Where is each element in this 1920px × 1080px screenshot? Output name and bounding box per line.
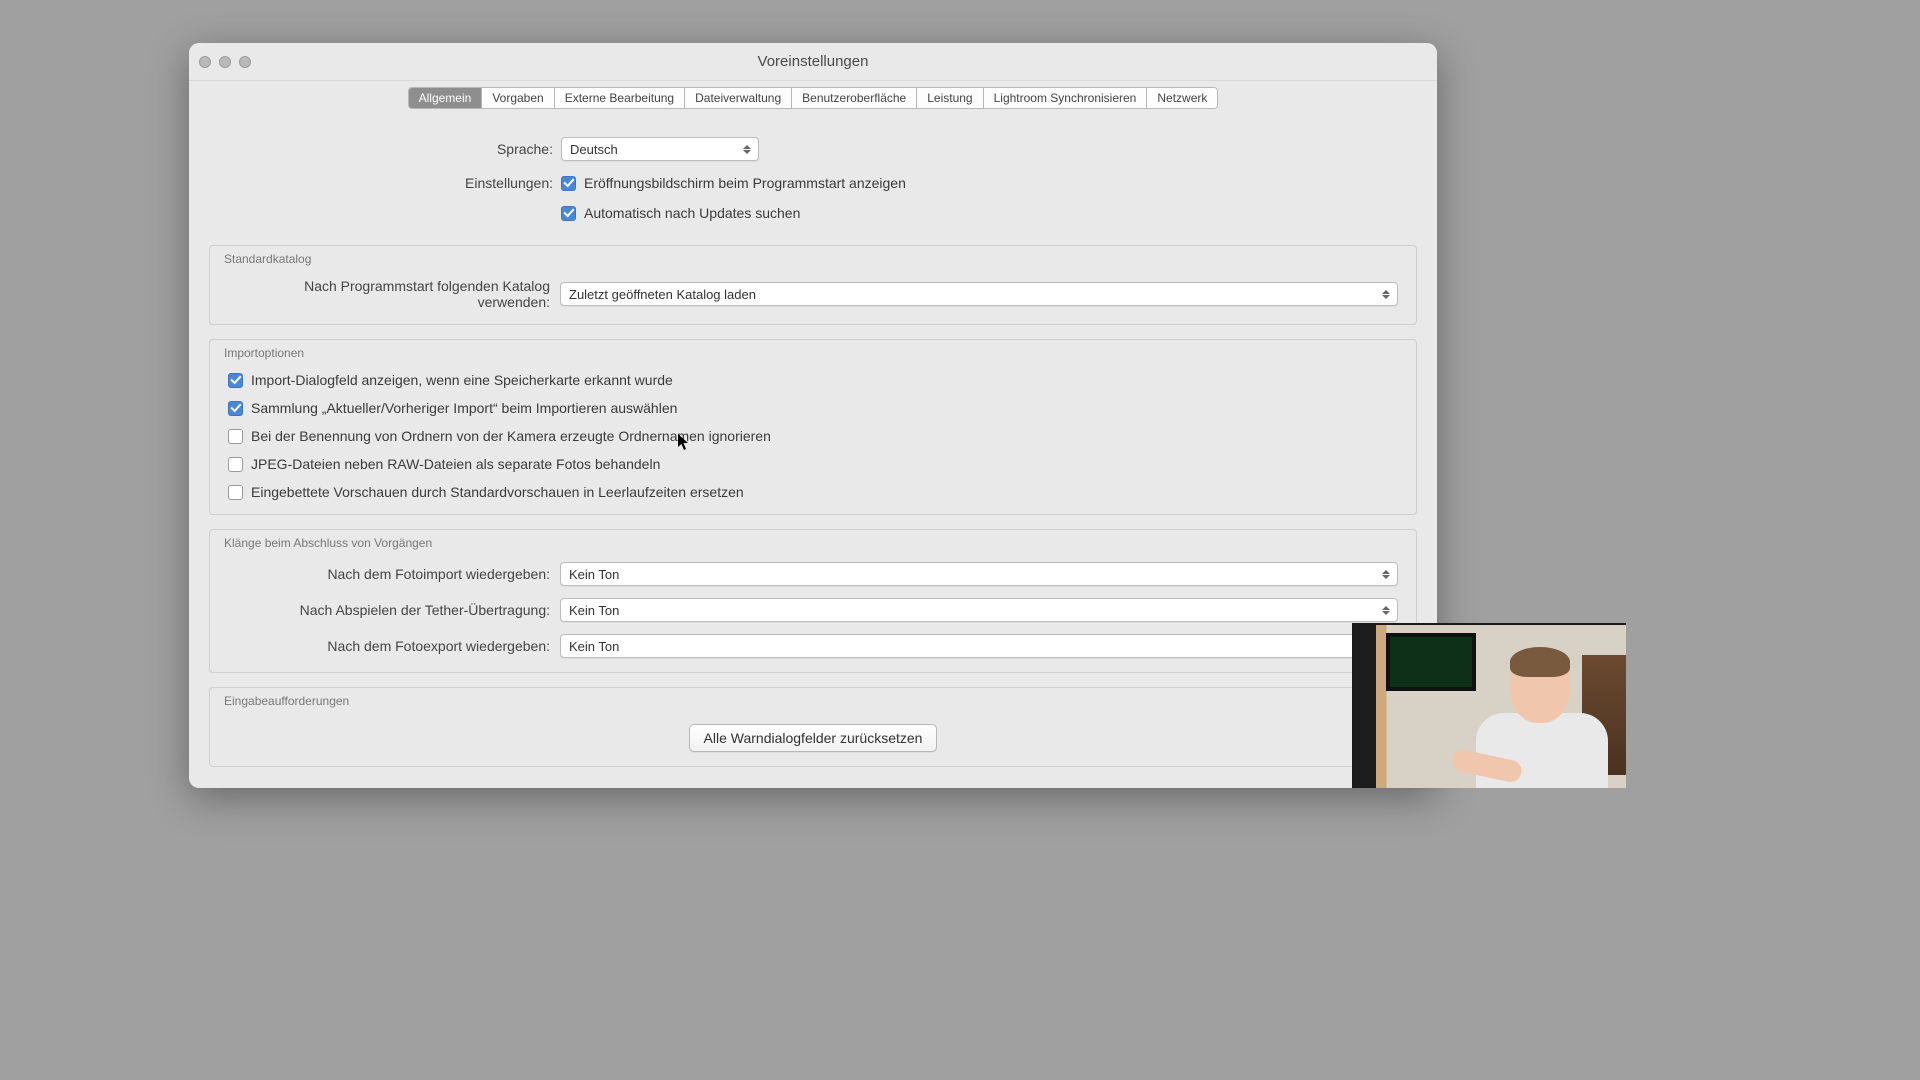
webcam-overlay [1352,623,1626,788]
settings-label: Einstellungen: [229,175,561,191]
jpeg-separate-checkbox[interactable] [228,457,243,472]
import-dialog-label: Import-Dialogfeld anzeigen, wenn eine Sp… [251,372,673,388]
minimize-icon[interactable] [219,56,231,68]
catalog-select[interactable]: Zuletzt geöffneten Katalog laden [560,282,1398,306]
general-section: Sprache: Deutsch Einstellungen: Eröffnun… [209,119,1417,231]
show-splash-label: Eröffnungsbildschirm beim Programmstart … [584,175,906,191]
presenter [1440,651,1600,788]
ignore-camera-folders-label: Bei der Benennung von Ordnern von der Ka… [251,428,771,444]
after-tether-value: Kein Ton [569,603,619,618]
close-icon[interactable] [199,56,211,68]
chevron-up-down-icon [1379,563,1393,585]
language-label: Sprache: [229,141,561,157]
after-import-value: Kein Ton [569,567,619,582]
window-title: Voreinstellungen [189,53,1437,70]
import-options-title: Importoptionen [210,340,1416,372]
import-dialog-checkbox[interactable] [228,373,243,388]
window-controls [199,56,251,68]
after-import-select[interactable]: Kein Ton [560,562,1398,586]
chevron-up-down-icon [740,138,754,160]
tab-lightroom-sync[interactable]: Lightroom Synchronisieren [984,88,1148,108]
jpeg-separate-label: JPEG-Dateien neben RAW-Dateien als separ… [251,456,660,472]
reset-warnings-button[interactable]: Alle Warndialogfelder zurücksetzen [689,724,938,752]
default-catalog-title: Standardkatalog [210,246,1416,278]
after-export-label: Nach dem Fotoexport wiedergeben: [228,638,560,654]
auto-update-label: Automatisch nach Updates suchen [584,205,800,221]
content-area: Sprache: Deutsch Einstellungen: Eröffnun… [189,109,1437,788]
chevron-up-down-icon [1379,599,1393,621]
completion-sounds-title: Klänge beim Abschluss von Vorgängen [210,530,1416,562]
catalog-value: Zuletzt geöffneten Katalog laden [569,287,756,302]
import-options-group: Importoptionen Import-Dialogfeld anzeige… [209,339,1417,515]
after-tether-label: Nach Abspielen der Tether-Übertragung: [228,602,560,618]
completion-sounds-group: Klänge beim Abschluss von Vorgängen Nach… [209,529,1417,673]
after-tether-select[interactable]: Kein Ton [560,598,1398,622]
ignore-camera-folders-checkbox[interactable] [228,429,243,444]
replace-embedded-previews-label: Eingebettete Vorschauen durch Standardvo… [251,484,744,500]
replace-embedded-previews-checkbox[interactable] [228,485,243,500]
tabs-container: Allgemein Vorgaben Externe Bearbeitung D… [189,81,1437,109]
auto-update-checkbox[interactable] [561,206,576,221]
prompts-title: Eingabeaufforderungen [210,688,1416,720]
titlebar: Voreinstellungen [189,43,1437,81]
after-export-select[interactable]: Kein Ton [560,634,1398,658]
after-export-value: Kein Ton [569,639,619,654]
tab-interface[interactable]: Benutzeroberfläche [792,88,917,108]
show-splash-checkbox[interactable] [561,176,576,191]
tab-presets[interactable]: Vorgaben [482,88,554,108]
prompts-group: Eingabeaufforderungen Alle Warndialogfel… [209,687,1417,767]
tab-file-handling[interactable]: Dateiverwaltung [685,88,792,108]
after-import-label: Nach dem Fotoimport wiedergeben: [228,566,560,582]
tab-network[interactable]: Netzwerk [1147,88,1217,108]
tab-general[interactable]: Allgemein [409,88,483,108]
select-collection-label: Sammlung „Aktueller/Vorheriger Import“ b… [251,400,677,416]
language-value: Deutsch [570,142,618,157]
tab-external-editing[interactable]: Externe Bearbeitung [555,88,685,108]
zoom-icon[interactable] [239,56,251,68]
preferences-tabs: Allgemein Vorgaben Externe Bearbeitung D… [408,87,1219,109]
tab-performance[interactable]: Leistung [917,88,983,108]
default-catalog-group: Standardkatalog Nach Programmstart folge… [209,245,1417,325]
preferences-window: Voreinstellungen Allgemein Vorgaben Exte… [189,43,1437,788]
language-select[interactable]: Deutsch [561,137,759,161]
catalog-label: Nach Programmstart folgenden Katalog ver… [228,278,560,310]
chevron-up-down-icon [1379,283,1393,305]
select-collection-checkbox[interactable] [228,401,243,416]
